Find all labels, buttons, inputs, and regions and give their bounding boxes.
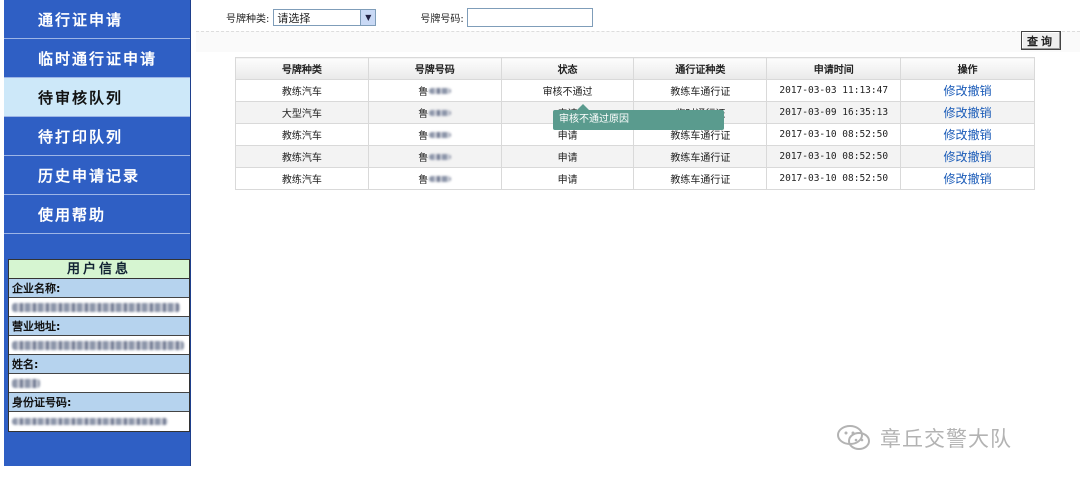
table-row: 教练汽车 鲁 申请 教练车通行证 2017-03-10 08:52:50 修改撤… bbox=[235, 167, 1035, 190]
cell-plate-type: 教练汽车 bbox=[235, 123, 369, 146]
table-row: 教练汽车 鲁 审核不通过 教练车通行证 2017-03-03 11:13:47 … bbox=[235, 79, 1035, 102]
wechat-icon bbox=[837, 425, 870, 450]
plate-number-label: 号牌号码: bbox=[420, 14, 464, 25]
col-actions: 操作 bbox=[900, 57, 1035, 80]
plate-type-selected: 请选择 bbox=[277, 11, 311, 25]
edit-link[interactable]: 修改 bbox=[944, 128, 968, 142]
cell-status: 审核不通过 bbox=[500, 79, 635, 102]
cancel-link[interactable]: 撤销 bbox=[968, 172, 992, 186]
sidebar-item-pass-application[interactable]: 通行证申请 bbox=[4, 0, 190, 39]
cell-actions: 修改撤销 bbox=[900, 167, 1035, 190]
cell-status: 申请 bbox=[500, 167, 635, 190]
sidebar-item-help[interactable]: 使用帮助 bbox=[4, 195, 190, 234]
cell-plate-type: 大型汽车 bbox=[235, 101, 369, 124]
plate-type-select[interactable]: 请选择 ▼ bbox=[273, 9, 377, 26]
edit-link[interactable]: 修改 bbox=[944, 172, 968, 186]
col-pass-type: 通行证种类 bbox=[633, 57, 768, 80]
cell-status: 申请 bbox=[500, 145, 635, 168]
sidebar-item-pending-print-queue[interactable]: 待打印队列 bbox=[4, 117, 190, 156]
filter-bar: 号牌种类: 请选择 ▼ 号牌号码: bbox=[226, 8, 593, 27]
cell-actions: 修改撤销 bbox=[900, 145, 1035, 168]
cell-apply-time: 2017-03-10 08:52:50 bbox=[766, 167, 902, 190]
cell-plate-number: 鲁 bbox=[367, 79, 502, 102]
watermark: 章丘交警大队 bbox=[836, 423, 1012, 453]
edit-link[interactable]: 修改 bbox=[944, 106, 968, 120]
cancel-link[interactable]: 撤销 bbox=[968, 106, 992, 120]
edit-link[interactable]: 修改 bbox=[944, 150, 968, 164]
cancel-link[interactable]: 撤销 bbox=[968, 150, 992, 164]
cell-plate-type: 教练汽车 bbox=[235, 79, 369, 102]
id-number-value bbox=[9, 412, 189, 431]
user-info-title: 用户信息 bbox=[9, 260, 189, 279]
cell-apply-time: 2017-03-09 16:35:13 bbox=[766, 101, 902, 124]
cell-pass-type: 教练车通行证 bbox=[633, 167, 768, 190]
col-plate-number: 号牌号码 bbox=[367, 57, 502, 80]
cell-pass-type: 教练车通行证 bbox=[633, 79, 768, 102]
company-name-value bbox=[9, 298, 189, 317]
business-address-value bbox=[9, 336, 189, 355]
chevron-down-icon[interactable]: ▼ bbox=[360, 10, 376, 25]
edit-link[interactable]: 修改 bbox=[944, 84, 968, 98]
business-address-label: 营业地址: bbox=[9, 317, 189, 336]
cell-pass-type: 教练车通行证 bbox=[633, 145, 768, 168]
toolbar-strip bbox=[196, 31, 1080, 52]
sidebar: 通行证申请 临时通行证申请 待审核队列 待打印队列 历史申请记录 使用帮助 用户… bbox=[4, 0, 191, 466]
col-plate-type: 号牌种类 bbox=[235, 57, 369, 80]
cell-apply-time: 2017-03-10 08:52:50 bbox=[766, 145, 902, 168]
company-name-label: 企业名称: bbox=[9, 279, 189, 298]
table-header-row: 号牌种类 号牌号码 状态 通行证种类 申请时间 操作 bbox=[235, 57, 1035, 80]
cell-plate-type: 教练汽车 bbox=[235, 167, 369, 190]
rejection-reason-tooltip: 审核不通过原因 bbox=[553, 104, 724, 130]
cancel-link[interactable]: 撤销 bbox=[968, 84, 992, 98]
cell-actions: 修改撤销 bbox=[900, 79, 1035, 102]
sidebar-item-application-history[interactable]: 历史申请记录 bbox=[4, 156, 190, 195]
cell-plate-type: 教练汽车 bbox=[235, 145, 369, 168]
cancel-link[interactable]: 撤销 bbox=[968, 128, 992, 142]
cell-actions: 修改撤销 bbox=[900, 123, 1035, 146]
watermark-text: 章丘交警大队 bbox=[880, 427, 1012, 451]
cell-apply-time: 2017-03-10 08:52:50 bbox=[766, 123, 902, 146]
col-apply-time: 申请时间 bbox=[766, 57, 902, 80]
plate-number-input[interactable] bbox=[466, 8, 593, 27]
table-row: 教练汽车 鲁 申请 教练车通行证 2017-03-10 08:52:50 修改撤… bbox=[235, 145, 1035, 168]
user-info-panel: 用户信息 企业名称: 营业地址: 姓名: 身份证号码: bbox=[8, 259, 190, 432]
query-button[interactable]: 查询 bbox=[1021, 31, 1061, 50]
sidebar-item-temporary-pass-application[interactable]: 临时通行证申请 bbox=[4, 39, 190, 78]
plate-type-label: 号牌种类: bbox=[226, 14, 270, 25]
name-value bbox=[9, 374, 189, 393]
cell-plate-number: 鲁 bbox=[367, 167, 502, 190]
cell-apply-time: 2017-03-03 11:13:47 bbox=[766, 79, 902, 102]
cell-actions: 修改撤销 bbox=[900, 101, 1035, 124]
cell-plate-number: 鲁 bbox=[367, 101, 502, 124]
id-number-label: 身份证号码: bbox=[9, 393, 189, 412]
cell-plate-number: 鲁 bbox=[367, 123, 502, 146]
col-status: 状态 bbox=[500, 57, 635, 80]
name-label: 姓名: bbox=[9, 355, 189, 374]
cell-plate-number: 鲁 bbox=[367, 145, 502, 168]
sidebar-item-pending-review-queue[interactable]: 待审核队列 bbox=[4, 78, 190, 117]
